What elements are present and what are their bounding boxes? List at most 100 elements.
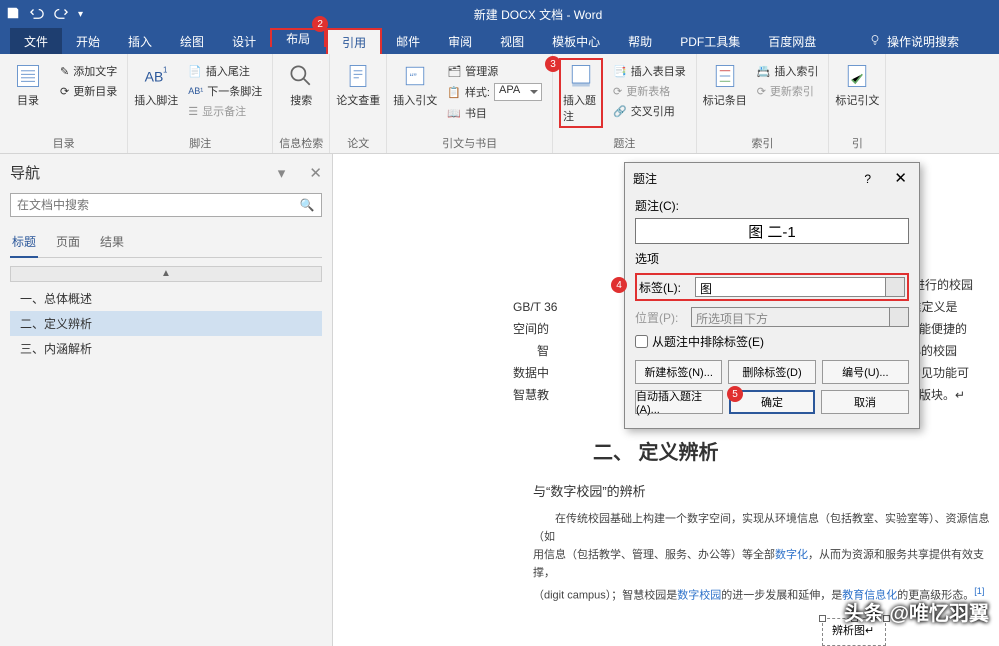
sel-handle-n[interactable] — [851, 615, 858, 622]
doc-ref-1[interactable]: [1] — [974, 586, 984, 596]
style-selector[interactable]: 📋 样式: APA — [443, 82, 546, 102]
update-toc-button[interactable]: ⟳更新目录 — [56, 82, 121, 100]
doc-body-1: 在传统校园基础上构建一个数字空间，实现从环境信息（包括教室、实验室等）、资源信息… — [533, 510, 999, 546]
new-label-button[interactable]: 新建标签(N)... — [635, 360, 722, 384]
exclude-label-row[interactable]: 从题注中排除标签(E) — [635, 333, 909, 350]
doc-heading-2: 二、 定义辨析 — [593, 436, 999, 465]
doc-link-edu-info[interactable]: 教育信息化 — [842, 590, 897, 602]
cancel-button[interactable]: 取消 — [821, 390, 909, 414]
nav-search-input[interactable] — [11, 198, 293, 212]
add-text-icon: ✎ — [60, 65, 69, 78]
bib-icon: 📖 — [447, 107, 461, 120]
toc-button[interactable]: 目录 — [6, 58, 50, 108]
doc-body-2: 用信息（包括教学、管理、服务、办公等）等全部数字化，从而为资源和服务共享提供有效… — [533, 546, 999, 582]
tab-baidu[interactable]: 百度网盘 — [754, 28, 830, 54]
update-icon: ⟳ — [60, 85, 69, 98]
style-dropdown[interactable]: APA — [494, 83, 542, 101]
tab-help[interactable]: 帮助 — [614, 28, 666, 54]
label-combo[interactable]: 图 — [695, 277, 905, 297]
toc-label: 目录 — [17, 92, 39, 108]
doc-link-digital-campus[interactable]: 数字校园 — [677, 590, 721, 602]
doc-link-digitize[interactable]: 数字化 — [775, 549, 808, 561]
tab-home[interactable]: 开始 — [62, 28, 114, 54]
tab-template[interactable]: 模板中心 — [538, 28, 614, 54]
tab-draw[interactable]: 绘图 — [166, 28, 218, 54]
quick-access-toolbar: ▾ — [6, 6, 83, 23]
nav-tabs: 标题 页面 结果 — [10, 229, 322, 258]
delete-label-button[interactable]: 删除标签(D) — [728, 360, 815, 384]
endnote-icon: 📄 — [188, 65, 202, 78]
tab-view[interactable]: 视图 — [486, 28, 538, 54]
crossref-button[interactable]: 🔗交叉引用 — [609, 102, 690, 120]
window-title: 新建 DOCX 文档 - Word — [83, 6, 993, 23]
nav-dropdown-icon[interactable]: ▾ — [278, 165, 286, 182]
position-row: 位置(P): 所选项目下方 — [635, 307, 909, 327]
dialog-help-icon[interactable]: ? — [864, 172, 871, 186]
bibliography-label: 书目 — [465, 105, 487, 121]
insert-index-button[interactable]: 📇插入索引 — [753, 62, 823, 80]
auto-caption-button[interactable]: 自动插入题注(A)... — [635, 390, 723, 414]
dialog-close-icon[interactable]: ✕ — [890, 170, 911, 187]
nav-item-1[interactable]: 一、总体概述 — [10, 286, 322, 311]
bibliography-button[interactable]: 📖 书目 — [443, 104, 546, 122]
insert-citation-button[interactable]: “” 插入引文 — [393, 58, 437, 108]
redo-icon[interactable] — [54, 6, 68, 23]
save-icon[interactable] — [6, 6, 20, 23]
mark-entry-button[interactable]: 标记条目 — [703, 58, 747, 108]
search-button[interactable]: 搜索 — [279, 58, 323, 108]
insert-footnote-label: 插入脚注 — [134, 92, 178, 108]
insert-tof-button[interactable]: 📑插入表目录 — [609, 62, 690, 80]
next-footnote-button[interactable]: AB¹下一条脚注 — [184, 82, 266, 100]
numbering-button[interactable]: 编号(U)... — [822, 360, 909, 384]
insert-caption-button[interactable]: 插入题注 — [559, 58, 603, 128]
sel-handle-nw[interactable] — [819, 615, 826, 622]
tell-me[interactable]: 操作说明搜索 — [869, 28, 959, 54]
nav-item-2[interactable]: 二、定义辨析 — [10, 311, 322, 336]
exclude-checkbox[interactable] — [635, 335, 648, 348]
tab-references[interactable]: 引用 — [326, 28, 382, 54]
style-icon: 📋 — [447, 86, 461, 99]
group-footnotes: AB1 插入脚注 📄 插入尾注 AB¹下一条脚注 ☰显示备注 脚注 — [128, 54, 273, 153]
mark-citation-button[interactable]: 标记引文 — [835, 58, 879, 108]
tab-review[interactable]: 审阅 — [434, 28, 486, 54]
sel-handle-ne[interactable] — [883, 615, 890, 622]
mark-citation-label: 标记引文 — [835, 92, 879, 108]
undo-icon[interactable] — [30, 6, 44, 23]
group-research: 搜索 信息检索 — [273, 54, 330, 153]
caption-field[interactable]: 图 二-1 — [635, 218, 909, 244]
group-captions-label: 题注 — [559, 133, 690, 151]
nav-tab-results[interactable]: 结果 — [98, 229, 126, 257]
nav-search[interactable]: 🔍 — [10, 193, 322, 217]
insert-endnote-button[interactable]: 📄 插入尾注 — [184, 62, 266, 80]
show-notes-button: ☰显示备注 — [184, 102, 266, 120]
caption-field-label: 题注(C): — [635, 197, 909, 214]
tab-pdf[interactable]: PDF工具集 — [666, 28, 754, 54]
insert-endnote-label: 插入尾注 — [206, 63, 250, 79]
group-index-label: 索引 — [703, 133, 823, 151]
nav-close-icon[interactable]: ✕ — [309, 165, 322, 182]
nav-tab-headings[interactable]: 标题 — [10, 229, 38, 258]
tab-mailings[interactable]: 邮件 — [382, 28, 434, 54]
tab-file[interactable]: 文件 — [10, 28, 62, 54]
nav-tab-pages[interactable]: 页面 — [54, 229, 82, 257]
options-label: 选项 — [635, 250, 909, 267]
search-icon[interactable]: 🔍 — [293, 198, 321, 212]
insert-citation-label: 插入引文 — [393, 92, 437, 108]
paper-check-button[interactable]: 论文查重 — [336, 58, 380, 108]
tab-design[interactable]: 设计 — [218, 28, 270, 54]
doc-body-3b: 的进一步发展和延伸，是 — [721, 590, 842, 602]
manage-sources-label: 管理源 — [465, 63, 498, 79]
doc-body-1-text: 在传统校园基础上构建一个数字空间，实现从环境信息（包括教室、实验室等）、资源信息… — [533, 513, 990, 543]
manage-sources-button[interactable]: 🗂管理源 — [443, 62, 546, 80]
tab-insert[interactable]: 插入 — [114, 28, 166, 54]
group-index: 标记条目 📇插入索引 ⟳更新索引 索引 — [697, 54, 830, 153]
style-label: 样式: — [465, 84, 490, 100]
nav-collapse-all[interactable]: ▲ — [10, 266, 322, 282]
group-smart-label: 论文 — [336, 133, 380, 151]
group-footnotes-label: 脚注 — [134, 133, 266, 151]
add-text-button[interactable]: ✎添加文字 — [56, 62, 121, 80]
insert-footnote-button[interactable]: AB1 插入脚注 — [134, 58, 178, 108]
nav-item-3[interactable]: 三、内涵解析 — [10, 336, 322, 361]
annotation-5: 5 — [727, 386, 743, 402]
group-research-label: 信息检索 — [279, 133, 323, 151]
